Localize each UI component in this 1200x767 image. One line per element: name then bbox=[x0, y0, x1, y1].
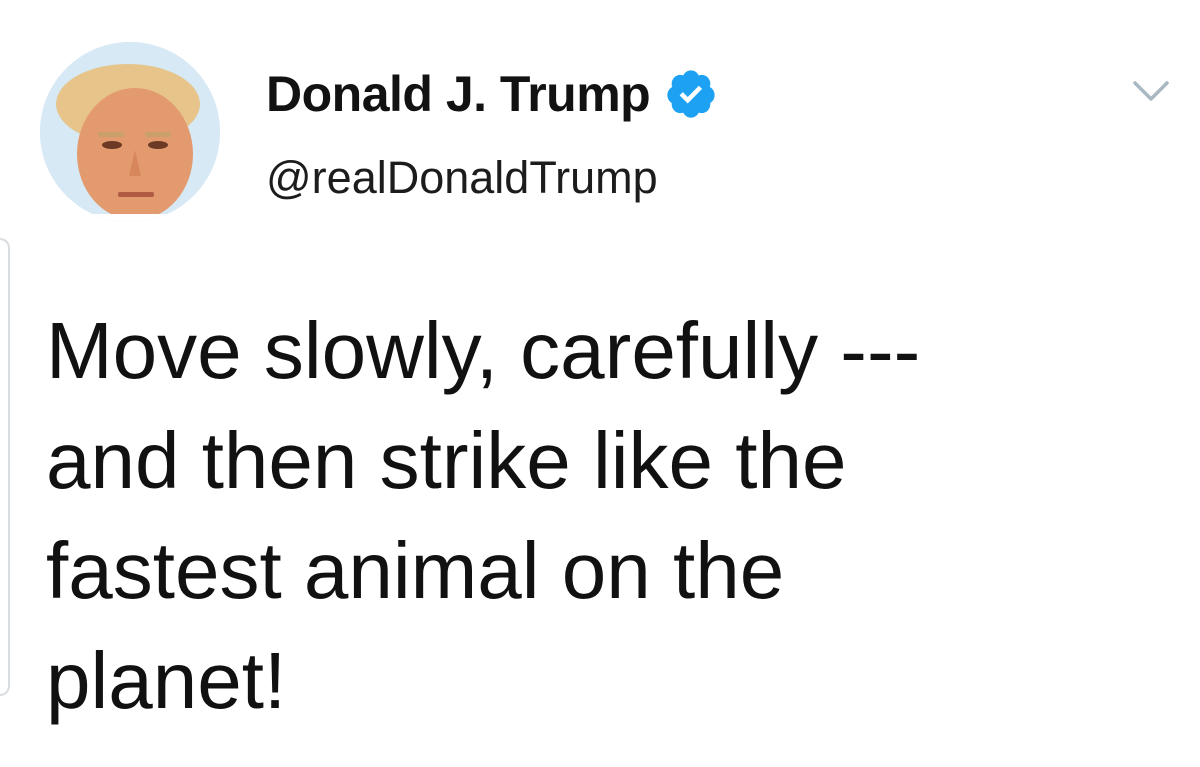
author-name-row: Donald J. Trump bbox=[266, 62, 718, 126]
avatar-image bbox=[40, 42, 220, 222]
tweet-text: Move slowly, carefully --- and then stri… bbox=[46, 296, 1166, 736]
tweet-card: Donald J. Trump @realDonaldTrump Move sl… bbox=[0, 0, 1200, 767]
tweet-text-line: Move slowly, carefully --- bbox=[46, 306, 921, 395]
card-edge bbox=[0, 238, 10, 696]
avatar[interactable] bbox=[40, 42, 220, 222]
tweet-text-line: and then strike like the bbox=[46, 416, 847, 505]
author-handle[interactable]: @realDonaldTrump bbox=[266, 152, 658, 204]
tweet-text-line: planet! bbox=[46, 636, 287, 725]
tweet-text-line: fastest animal on the bbox=[46, 526, 785, 615]
chevron-down-icon[interactable] bbox=[1131, 78, 1171, 104]
author-display-name[interactable]: Donald J. Trump bbox=[266, 65, 651, 123]
verified-badge-icon bbox=[667, 70, 715, 118]
